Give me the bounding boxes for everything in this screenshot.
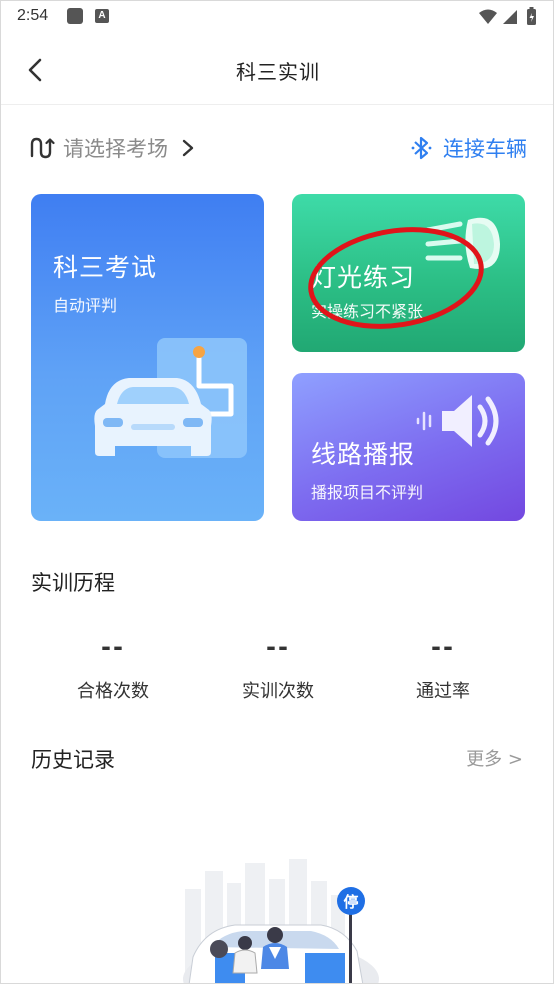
wifi-icon	[479, 9, 497, 24]
stat-training-count-label: 实训次数	[242, 681, 314, 702]
stat-training-count: -- 实训次数	[193, 633, 363, 703]
connect-vehicle-button[interactable]: 连接车辆	[411, 131, 527, 165]
empty-state-illustration: 停	[183, 859, 379, 983]
bluetooth-icon	[411, 136, 432, 160]
route-card-subtitle: 播报项目不评判	[311, 483, 424, 502]
page-title: 科三实训	[236, 60, 320, 84]
system-status-icons	[479, 7, 536, 25]
training-history-title: 实训历程	[31, 571, 115, 595]
stat-training-count-value: --	[266, 633, 290, 661]
exam-card-title: 科三考试	[53, 253, 158, 282]
history-records-title: 历史记录	[31, 748, 115, 772]
parking-sign-label: 停	[343, 893, 358, 911]
a-notification-icon: A	[95, 9, 109, 23]
top-navigation-bar: 科三实训	[1, 33, 553, 105]
route-card-title: 线路播报	[311, 440, 416, 469]
notification-icon	[67, 8, 83, 24]
chevron-right-icon	[182, 139, 194, 157]
battery-icon	[527, 7, 536, 25]
stat-pass-count-label: 合格次数	[77, 681, 149, 702]
select-exam-site-label: 请选择考场	[63, 137, 168, 161]
stat-pass-rate: -- 通过率	[358, 633, 528, 703]
stat-pass-count-value: --	[101, 633, 125, 661]
exam-card[interactable]: 科三考试 自动评判	[31, 194, 264, 521]
signal-icon	[503, 10, 517, 24]
car-route-icon	[94, 338, 247, 458]
speaker-icon	[416, 395, 499, 447]
status-bar: 2:54 A	[1, 1, 553, 33]
site-connect-row: 请选择考场 连接车辆	[29, 131, 527, 165]
route-broadcast-card[interactable]: 线路播报 播报项目不评判	[292, 373, 525, 521]
more-records-link[interactable]: 更多 >	[466, 745, 523, 771]
stat-pass-count: -- 合格次数	[28, 633, 198, 703]
annotation-circle	[308, 227, 484, 329]
route-icon	[30, 137, 55, 159]
car-icon	[188, 924, 364, 983]
car-icon	[94, 378, 212, 456]
connect-vehicle-label: 连接车辆	[443, 137, 527, 161]
app-screen: 2:54 A 科三实训 请选择考场 连接车辆 科三考试 自动评判 灯光练习 实操…	[0, 0, 554, 984]
status-time: 2:54	[17, 7, 49, 24]
select-exam-site-button[interactable]: 请选择考场	[29, 131, 196, 165]
stat-pass-rate-value: --	[431, 633, 455, 661]
stat-pass-rate-label: 通过率	[416, 681, 470, 702]
exam-card-subtitle: 自动评判	[53, 296, 118, 315]
